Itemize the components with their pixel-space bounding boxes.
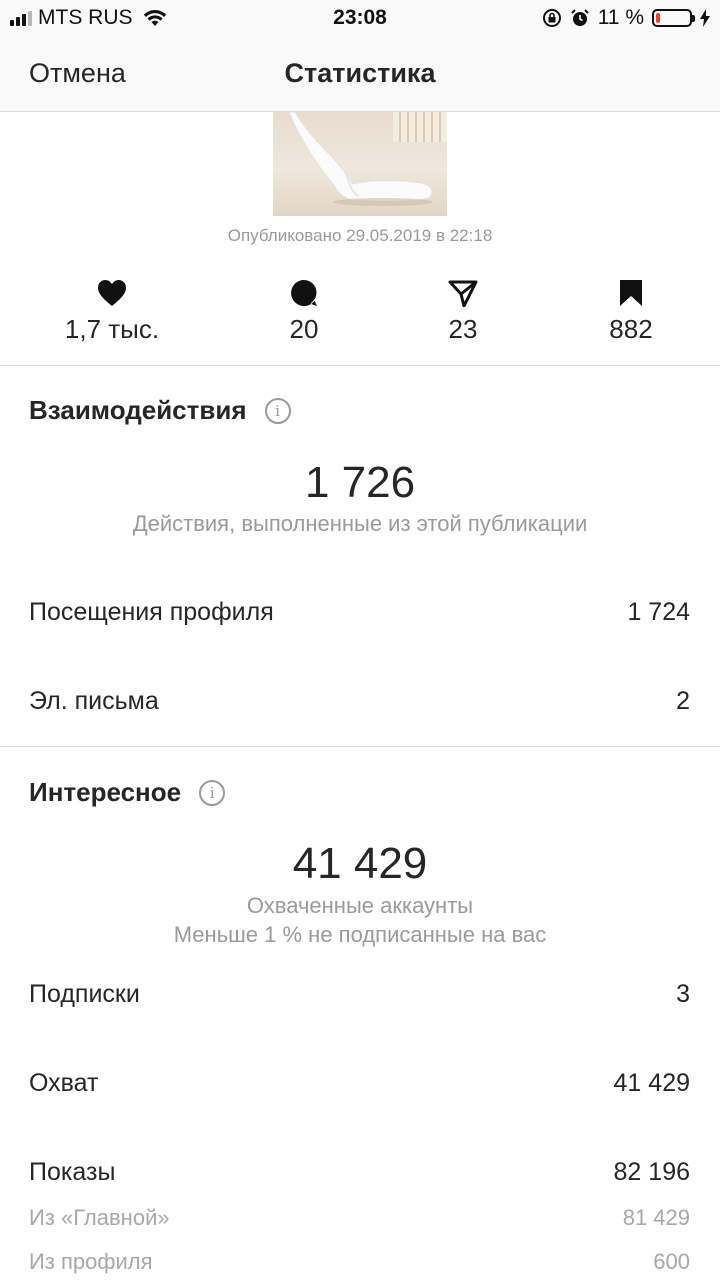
comments-count: 20 xyxy=(289,314,319,344)
profile-visits-value: 1 724 xyxy=(627,598,690,626)
discovery-title: Интересное xyxy=(29,777,182,807)
comments-stat: 20 xyxy=(224,278,384,345)
shares-stat: 23 xyxy=(383,278,543,345)
from-home-label: Из «Главной» xyxy=(29,1205,170,1230)
saves-stat: 882 xyxy=(551,278,711,345)
interactions-total: 1 726 xyxy=(304,458,416,507)
battery-icon xyxy=(652,9,695,27)
status-bar: MTS RUS 23:08 11 % xyxy=(0,0,720,38)
heart-icon xyxy=(98,280,126,306)
divider xyxy=(0,365,720,366)
battery-percent: 11 % xyxy=(597,6,644,29)
discovery-description: Охваченные аккаунты xyxy=(246,893,474,918)
status-icons: 11 % xyxy=(542,6,710,30)
profile-visits-label: Посещения профиля xyxy=(29,598,274,626)
alarm-icon xyxy=(570,9,589,26)
interactions-description: Действия, выполненные из этой публикации xyxy=(132,511,588,536)
post-thumbnail xyxy=(273,112,447,216)
impressions-value: 82 196 xyxy=(613,1158,690,1186)
published-date: Опубликовано 29.05.2019 в 22:18 xyxy=(227,226,493,245)
emails-value: 2 xyxy=(676,687,690,715)
orientation-lock-icon xyxy=(542,9,561,27)
page-title: Статистика xyxy=(284,58,436,88)
discovery-total: 41 429 xyxy=(292,839,428,888)
from-profile-label: Из профиля xyxy=(29,1249,153,1274)
shares-count: 23 xyxy=(448,314,478,344)
likes-stat: 1,7 тыс. xyxy=(32,278,192,345)
reach-value: 41 429 xyxy=(613,1069,690,1097)
info-icon[interactable]: i xyxy=(264,397,291,424)
interactions-section-title: Взаимодействия i xyxy=(29,395,291,426)
likes-count: 1,7 тыс. xyxy=(64,314,160,344)
charging-bolt-icon xyxy=(700,9,710,27)
follows-value: 3 xyxy=(676,980,690,1008)
saves-count: 882 xyxy=(609,314,653,344)
comment-icon xyxy=(291,280,317,306)
reach-label: Охват xyxy=(29,1069,99,1097)
info-icon[interactable]: i xyxy=(199,779,226,806)
emails-label: Эл. письма xyxy=(29,687,159,715)
from-home-value: 81 429 xyxy=(622,1205,690,1230)
discovery-section-title: Интересное i xyxy=(29,777,226,808)
interactions-title: Взаимодействия xyxy=(29,395,247,425)
share-icon xyxy=(448,280,478,307)
bookmark-icon xyxy=(620,280,642,306)
from-profile-value: 600 xyxy=(653,1249,690,1274)
follows-label: Подписки xyxy=(29,980,140,1008)
discovery-note: Меньше 1 % не подписанные на вас xyxy=(173,922,547,947)
impressions-label: Показы xyxy=(29,1158,116,1186)
nav-bar: Отмена Статистика xyxy=(0,38,720,112)
divider xyxy=(0,746,720,747)
